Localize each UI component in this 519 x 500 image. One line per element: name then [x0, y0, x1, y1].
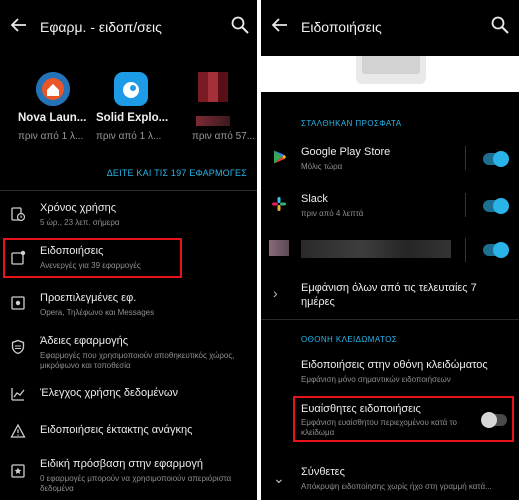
item-subtitle: 0 εφαρμογές μπορούν να χρησιμοποιούν απε…	[40, 474, 232, 493]
item-subtitle: Απόκρυψη ειδοποίησης χωρίς ήχο στη γραμμ…	[301, 482, 492, 491]
highlight-box	[293, 396, 514, 442]
search-icon[interactable]	[489, 14, 513, 38]
item-subtitle: Μόλις τώρα	[301, 162, 343, 171]
item-title: Slack	[301, 193, 328, 205]
lockscreen-notifications-row[interactable]: Ειδοποιήσεις στην οθόνη κλειδώματος Εμφά…	[261, 355, 519, 389]
item-title: Άδειες εφαρμογής	[40, 335, 129, 347]
special-access-icon	[10, 463, 26, 479]
section-header-recent: ΣΤΑΛΘΗΚΑΝ ΠΡΟΣΦΑΤΑ	[301, 119, 402, 128]
divider	[261, 319, 519, 320]
app-time: πριν από 1 λ...	[18, 131, 84, 142]
screen-time-icon	[10, 206, 26, 222]
highlight-box	[3, 238, 182, 278]
chevron-right-icon: ›	[273, 285, 278, 301]
app-name: Solid Explo...	[96, 112, 169, 124]
app-time: πριν από 57...	[192, 131, 256, 142]
item-subtitle: Εμφάνιση μόνο σημαντικών ειδοποιήσεων	[301, 375, 451, 384]
show-all-recent-row[interactable]: › Εμφάνιση όλων από τις τελευταίες 7 ημέ…	[261, 279, 519, 311]
nova-launcher-icon	[36, 72, 70, 106]
notification-toggle[interactable]	[483, 242, 509, 258]
app-bar: Ειδοποιήσεις	[261, 0, 519, 56]
item-title: Ειδοποιήσεις στην οθόνη κλειδώματος	[301, 359, 488, 371]
pixelated-app-icon	[269, 240, 289, 256]
item-title: Ειδική πρόσβαση στην εφαρμογή	[40, 458, 203, 470]
emergency-alerts-item[interactable]: Ειδοποιήσεις έκτακτης ανάγκης	[0, 418, 257, 444]
back-arrow-icon[interactable]	[10, 16, 30, 38]
item-subtitle: Εφαρμογές που χρησιμοποιούν αποθηκευτικό…	[40, 351, 235, 370]
item-title: Ειδοποιήσεις έκτακτης ανάγκης	[40, 424, 193, 436]
data-usage-item[interactable]: Έλεγχος χρήσης δεδομένων	[0, 381, 257, 407]
app-time: πριν από 1 λ...	[96, 131, 162, 142]
pixelated-app-name	[301, 240, 451, 258]
app-notifications-screen: Εφαρμ. - ειδοπ/σεις Nova Laun... πριν απ…	[0, 0, 257, 500]
notifications-settings-screen: Ειδοποιήσεις ΣΤΑΛΘΗΚΑΝ ΠΡΟΣΦΑΤΑ Google P…	[261, 0, 519, 500]
lockscreen-preview-image	[356, 56, 426, 84]
separator	[465, 193, 466, 217]
notification-toggle[interactable]	[483, 151, 509, 167]
screen-time-item[interactable]: Χρόνος χρήσης 5 ώρ., 23 λεπ. σήμερα	[0, 196, 257, 234]
item-title: Προεπιλεγμένες εφ.	[40, 292, 137, 304]
item-subtitle: Opera, Τηλέφωνο και Messages	[40, 308, 155, 317]
recent-app-nova-launcher[interactable]: Nova Laun... πριν από 1 λ...	[18, 70, 98, 150]
notification-toggle[interactable]	[483, 198, 509, 214]
default-apps-item[interactable]: Προεπιλεγμένες εφ. Opera, Τηλέφωνο και M…	[0, 287, 257, 325]
google-play-store-icon	[271, 149, 287, 165]
item-title: Εμφάνιση όλων από τις τελευταίες 7 ημέρε…	[301, 282, 477, 308]
pixelated-app-icon	[198, 72, 228, 102]
solid-explorer-icon	[114, 72, 148, 106]
special-access-item[interactable]: Ειδική πρόσβαση στην εφαρμογή 0 εφαρμογέ…	[0, 455, 257, 497]
app-bar: Εφαρμ. - ειδοπ/σεις	[0, 0, 257, 56]
item-title: Σύνθετες	[301, 466, 345, 478]
item-title: Χρόνος χρήσης	[40, 202, 117, 214]
data-usage-icon	[10, 386, 26, 402]
page-title: Εφαρμ. - ειδοπ/σεις	[40, 19, 162, 35]
back-arrow-icon[interactable]	[271, 16, 291, 38]
app-name: Nova Laun...	[18, 112, 87, 124]
search-icon[interactable]	[229, 14, 253, 38]
slack-icon	[271, 196, 287, 212]
advanced-row[interactable]: ⌄ Σύνθετες Απόκρυψη ειδοποίησης χωρίς ήχ…	[261, 464, 519, 498]
permissions-icon	[10, 339, 26, 355]
divider	[0, 190, 257, 191]
recent-app-row[interactable]: Slack πριν από 4 λεπτά	[261, 188, 519, 224]
item-title: Έλεγχος χρήσης δεδομένων	[40, 387, 178, 399]
recent-app-row[interactable]: Google Play Store Μόλις τώρα	[261, 141, 519, 177]
recent-app-hidden[interactable]: πριν από 57...	[192, 70, 257, 150]
item-subtitle: πριν από 4 λεπτά	[301, 209, 364, 218]
chevron-down-icon: ⌄	[273, 470, 285, 486]
item-title: Google Play Store	[301, 146, 391, 158]
emergency-alert-icon	[10, 423, 26, 439]
default-apps-icon	[10, 295, 26, 311]
pixelated-app-name	[196, 116, 230, 126]
recent-app-row-hidden[interactable]	[261, 234, 519, 266]
recent-app-solid-explorer[interactable]: Solid Explo... πριν από 1 λ...	[96, 70, 176, 150]
separator	[465, 146, 466, 170]
item-subtitle: 5 ώρ., 23 λεπ. σήμερα	[40, 218, 120, 227]
section-header-lockscreen: ΟΘΟΝΗ ΚΛΕΙΔΩΜΑΤΟΣ	[301, 335, 398, 344]
page-title: Ειδοποιήσεις	[301, 19, 382, 35]
separator	[465, 238, 466, 262]
app-permissions-item[interactable]: Άδειες εφαρμογής Εφαρμογές που χρησιμοπο…	[0, 331, 257, 371]
see-all-apps-link[interactable]: ΔΕΙΤΕ ΚΑΙ ΤΙΣ 197 ΕΦΑΡΜΟΓΕΣ	[107, 168, 247, 178]
